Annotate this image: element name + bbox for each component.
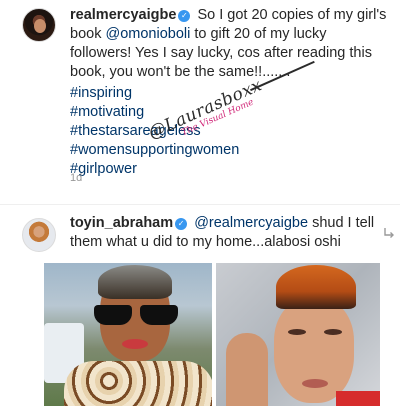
photo-outfit: [336, 391, 380, 406]
verified-badge-icon: ✓: [175, 218, 188, 230]
photo-hair: [276, 265, 356, 309]
divider: [0, 204, 400, 205]
username-realmercyaigbe[interactable]: realmercyaigbe: [70, 7, 176, 23]
photo-sunglasses: [94, 305, 178, 325]
photo-hair: [98, 265, 172, 299]
attached-photos: [44, 263, 380, 406]
photo-outfit: [64, 361, 212, 406]
comment-toyin-abraham: toyin_abraham ✓ @realmercyaigbe shud I te…: [70, 214, 390, 252]
avatar-realmercyaigbe[interactable]: [22, 8, 56, 42]
mention-link[interactable]: @omonioboli: [105, 26, 190, 42]
photo-lips: [302, 379, 328, 388]
comment-timestamp: 1d: [70, 172, 83, 184]
photo-eye: [288, 329, 306, 335]
username-toyin-abraham[interactable]: toyin_abraham: [70, 215, 173, 231]
photo-right[interactable]: [216, 263, 380, 406]
photo-eye: [324, 329, 342, 335]
photo-left[interactable]: [44, 263, 212, 406]
verified-badge-icon: ✓: [178, 10, 191, 22]
mention-link[interactable]: @realmercyaigbe: [194, 215, 308, 231]
photo-hand: [226, 333, 268, 406]
reply-arrow-icon[interactable]: [382, 226, 396, 240]
avatar-toyin-abraham[interactable]: [22, 218, 56, 252]
photo-lips: [122, 339, 148, 349]
